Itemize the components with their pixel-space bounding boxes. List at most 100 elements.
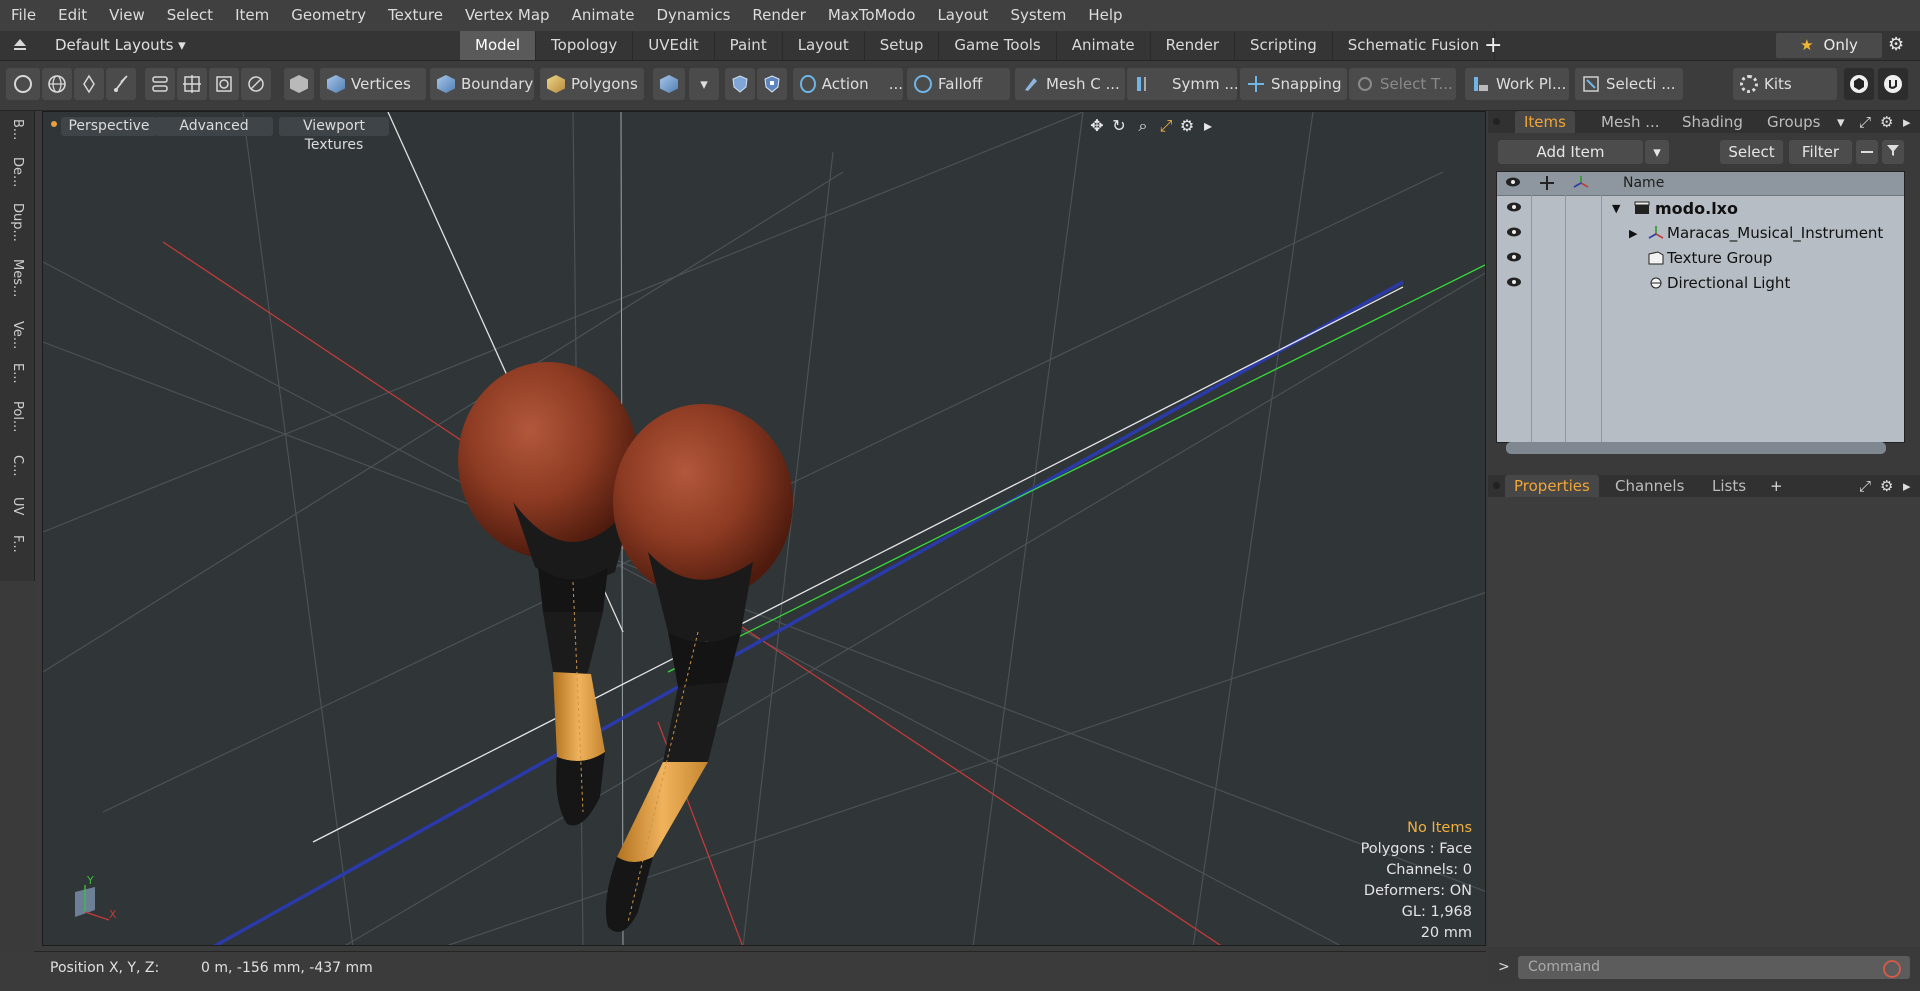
layout-settings-gear-icon[interactable]: ⚙ xyxy=(1888,34,1904,55)
frame-select-icon[interactable] xyxy=(209,68,239,100)
collapse-up-icon[interactable] xyxy=(12,36,28,54)
menu-texture[interactable]: Texture xyxy=(377,0,454,31)
tree-row-modo-lxo[interactable]: ▼ modo.lxo xyxy=(1497,196,1904,221)
tree-row-directional-light[interactable]: Directional Light xyxy=(1497,271,1904,296)
material-mode-cube-icon[interactable] xyxy=(653,68,685,100)
name-column-header[interactable]: Name xyxy=(1623,172,1664,195)
left-tab-vertex[interactable]: Ve... xyxy=(6,321,28,349)
unity-cube-icon[interactable] xyxy=(1844,68,1874,100)
kits-button[interactable]: Kits xyxy=(1733,68,1837,100)
shield-cube-icon[interactable] xyxy=(725,68,755,100)
tab-topology[interactable]: Topology xyxy=(536,31,634,60)
symmetry-button[interactable]: Symm ... xyxy=(1127,68,1237,100)
falloff-button[interactable]: Falloff xyxy=(907,68,1010,100)
only-button[interactable]: ★ Only xyxy=(1776,33,1882,58)
vertices-button[interactable]: Vertices xyxy=(320,68,426,100)
viewport-menu-dot-icon[interactable] xyxy=(51,121,57,127)
panel-maximize-icon[interactable]: ⤢ xyxy=(1859,111,1871,133)
globe-icon[interactable] xyxy=(42,68,72,100)
left-tab-mesh-edit[interactable]: Mes... xyxy=(6,259,28,297)
layout-preset-dropdown[interactable]: Default Layouts ▾ xyxy=(55,31,186,60)
menu-layout[interactable]: Layout xyxy=(926,0,999,31)
visibility-eye-icon[interactable] xyxy=(1506,201,1522,213)
add-tab-button[interactable]: + xyxy=(1484,31,1502,60)
3d-viewport[interactable]: Y X Perspective Advanced Viewport Textur… xyxy=(42,111,1486,946)
filter-funnel-icon[interactable] xyxy=(1882,140,1904,164)
menu-geometry[interactable]: Geometry xyxy=(280,0,377,31)
menu-render[interactable]: Render xyxy=(741,0,816,31)
expand-toggle-icon[interactable]: ▼ xyxy=(1612,196,1620,221)
work-plane-button[interactable]: Work Pl... xyxy=(1465,68,1569,100)
view-perspective-button[interactable]: Perspective xyxy=(61,117,157,136)
tab-paint[interactable]: Paint xyxy=(715,31,783,60)
pen-tool-icon[interactable] xyxy=(74,68,104,100)
tab-channels[interactable]: Channels xyxy=(1615,475,1684,497)
menu-view[interactable]: View xyxy=(98,0,156,31)
tree-row-texture-group[interactable]: Texture Group xyxy=(1497,246,1904,271)
tree-row-maracas[interactable]: ▶ Maracas_Musical_Instrument xyxy=(1497,221,1904,246)
move-view-icon[interactable]: ✥ xyxy=(1087,116,1107,136)
panel-gear-icon[interactable]: ⚙ xyxy=(1880,111,1893,133)
visibility-eye-icon[interactable] xyxy=(1506,276,1522,288)
menu-file[interactable]: File xyxy=(0,0,47,31)
unreal-logo-icon[interactable] xyxy=(1878,68,1908,100)
tree-horizontal-scrollbar[interactable] xyxy=(1506,442,1886,454)
record-macro-icon[interactable] xyxy=(1882,959,1902,983)
tab-model[interactable]: Model xyxy=(460,31,537,60)
visibility-eye-icon[interactable] xyxy=(1506,251,1522,263)
zoom-view-icon[interactable]: ⌕ xyxy=(1133,116,1153,136)
panel-dot-icon[interactable] xyxy=(1493,118,1500,125)
menu-vertex-map[interactable]: Vertex Map xyxy=(454,0,561,31)
filter-button[interactable]: Filter xyxy=(1789,140,1852,164)
left-tab-deform[interactable]: De... xyxy=(6,157,28,187)
tab-uvedit[interactable]: UVEdit xyxy=(633,31,715,60)
item-mode-cube-icon[interactable] xyxy=(284,68,314,100)
panel-gear-icon[interactable]: ⚙ xyxy=(1880,475,1893,497)
panel-dot-icon[interactable] xyxy=(1493,482,1500,489)
menu-help[interactable]: Help xyxy=(1077,0,1133,31)
tab-scripting[interactable]: Scripting xyxy=(1235,31,1333,60)
lasso-icon[interactable] xyxy=(241,68,271,100)
tab-game-tools[interactable]: Game Tools xyxy=(939,31,1057,60)
tab-layout[interactable]: Layout xyxy=(783,31,865,60)
brush-tool-icon[interactable] xyxy=(106,68,136,100)
menu-item[interactable]: Item xyxy=(224,0,280,31)
add-panel-tab-button[interactable]: + xyxy=(1770,475,1783,497)
menu-system[interactable]: System xyxy=(999,0,1077,31)
tab-schematic-fusion[interactable]: Schematic Fusion xyxy=(1333,31,1496,60)
left-tab-basic[interactable]: B... xyxy=(6,119,28,140)
view-more-arrow-icon[interactable]: ▸ xyxy=(1198,116,1218,136)
tab-setup[interactable]: Setup xyxy=(865,31,940,60)
rotate-view-icon[interactable]: ↻ xyxy=(1109,116,1129,136)
selection-sets-button[interactable]: Selecti ... xyxy=(1575,68,1683,100)
left-tab-duplicate[interactable]: Dup... xyxy=(6,203,28,242)
item-tree[interactable]: Name ▼ modo.lxo ▶ Maracas_Musical_Instru… xyxy=(1496,171,1905,443)
tab-animate[interactable]: Animate xyxy=(1057,31,1151,60)
maximize-view-icon[interactable]: ⤢ xyxy=(1156,116,1176,136)
action-center-button[interactable]: Action... xyxy=(793,68,903,100)
polygons-button[interactable]: Polygons xyxy=(540,68,644,100)
collapse-list-icon[interactable] xyxy=(1856,140,1878,164)
mesh-constraint-button[interactable]: Mesh C ... xyxy=(1015,68,1125,100)
left-tab-polygon[interactable]: Pol... xyxy=(6,401,28,432)
select-through-button[interactable]: Select T... xyxy=(1349,68,1456,100)
visibility-eye-icon[interactable] xyxy=(1506,226,1522,238)
tab-properties[interactable]: Properties xyxy=(1505,475,1599,497)
linked-items-icon[interactable] xyxy=(145,68,175,100)
tab-render[interactable]: Render xyxy=(1151,31,1236,60)
menu-dynamics[interactable]: Dynamics xyxy=(645,0,741,31)
tab-items[interactable]: Items xyxy=(1515,111,1575,133)
panel-more-arrow-icon[interactable]: ▸ xyxy=(1903,111,1911,133)
shield-checker-icon[interactable] xyxy=(757,68,787,100)
snapping-button[interactable]: Snapping xyxy=(1240,68,1347,100)
panel-more-arrow-icon[interactable]: ▸ xyxy=(1903,475,1911,497)
add-item-dropdown[interactable]: ▾ xyxy=(1645,140,1669,164)
add-item-button[interactable]: Add Item xyxy=(1498,140,1643,164)
select-button[interactable]: Select xyxy=(1720,140,1783,164)
selection-mode-circle-icon[interactable] xyxy=(6,68,40,100)
view-settings-gear-icon[interactable]: ⚙ xyxy=(1177,116,1197,136)
command-input[interactable]: Command xyxy=(1518,956,1910,979)
menu-maxtomodo[interactable]: MaxToModo xyxy=(817,0,927,31)
panel-tabs-dropdown-icon[interactable]: ▾ xyxy=(1837,111,1845,133)
viewport-textures-button[interactable]: Viewport Textures xyxy=(279,117,389,153)
